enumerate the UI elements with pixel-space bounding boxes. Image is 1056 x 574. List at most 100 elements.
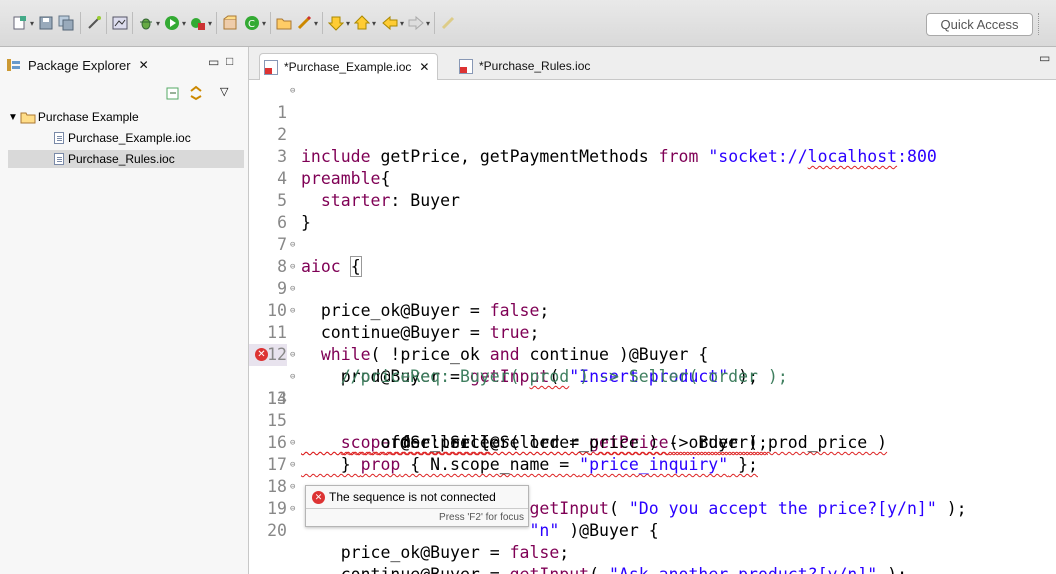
- line-code: price_ok@Buyer = false;: [301, 543, 570, 562]
- save-all-icon[interactable]: [58, 15, 74, 31]
- code-line: 5 }: [249, 168, 1056, 232]
- tab-purchase-rules[interactable]: *Purchase_Rules.ioc: [459, 53, 590, 79]
- new-project-icon[interactable]: [222, 15, 238, 31]
- main-toolbar: ▾ ▾ ▾ ▾ C ▾ ▾ ▾ ▾ ▾ ▾ Quick Access: [0, 0, 1056, 47]
- pencil-icon[interactable]: [296, 15, 312, 31]
- code-line: 3 preamble{: [249, 124, 1056, 188]
- tab-purchase-example[interactable]: *Purchase_Example.ioc ✕: [259, 53, 439, 80]
- tree-item-file-label: Purchase_Example.ioc: [68, 131, 191, 145]
- code-line: 1 ⊖ include getPrice, getPaymentMethods …: [249, 80, 1056, 166]
- prev-annotation-dropdown-icon[interactable]: ▾: [372, 19, 378, 28]
- toolbar-separator: [270, 12, 271, 34]
- prev-annotation-icon[interactable]: [354, 15, 370, 31]
- tooltip-message: The sequence is not connected: [329, 490, 496, 504]
- open-folder-icon[interactable]: [276, 15, 292, 31]
- external-tools-icon[interactable]: [190, 15, 206, 31]
- code-line: 18 ⊖ "n" )@Buyer {: [249, 454, 1056, 540]
- save-icon[interactable]: [38, 15, 54, 31]
- pencil-dropdown-icon[interactable]: ▾: [314, 19, 320, 28]
- run-dropdown-icon[interactable]: ▾: [182, 19, 188, 28]
- file-icon: [54, 132, 64, 144]
- code-line: 6: [249, 190, 1056, 232]
- tooltip-message-row: ✕ The sequence is not connected: [312, 490, 496, 504]
- highlight-icon[interactable]: [440, 15, 456, 31]
- forward-icon[interactable]: [408, 15, 424, 31]
- fold-icon[interactable]: ⊖: [290, 300, 300, 322]
- fold-icon[interactable]: ⊖: [290, 366, 300, 388]
- fold-icon[interactable]: ⊖: [290, 344, 300, 366]
- new-class-dropdown-icon[interactable]: ▾: [262, 19, 268, 28]
- toolbar-separator: [434, 12, 435, 34]
- fold-icon[interactable]: ⊖: [290, 80, 300, 102]
- back-icon[interactable]: [382, 15, 398, 31]
- code-line: 12 //priceReq: Buyer( prod ) -> Seller( …: [249, 322, 1056, 386]
- code-line: 14 ⊖ order_price@Seller = getPrice( orde…: [249, 366, 1056, 452]
- new-dropdown-icon[interactable]: ▾: [30, 19, 36, 28]
- close-icon[interactable]: ✕: [139, 58, 149, 72]
- tree-item-project-label: Purchase Example: [37, 110, 139, 124]
- code-line: 2: [249, 102, 1056, 144]
- error-icon[interactable]: ✕: [255, 348, 268, 361]
- tab-label: *Purchase_Example.ioc: [284, 60, 412, 74]
- package-explorer-tab-label: Package Explorer: [28, 57, 131, 73]
- tree-item-file-selected[interactable]: Purchase_Rules.ioc: [8, 150, 244, 168]
- bug-icon[interactable]: [138, 15, 154, 31]
- fold-icon[interactable]: ⊖: [290, 432, 300, 454]
- quick-access-input[interactable]: Quick Access: [926, 13, 1033, 36]
- ioc-file-icon: [459, 58, 473, 74]
- line-number: 20: [267, 521, 287, 540]
- package-explorer-tab[interactable]: Package Explorer ✕: [6, 51, 176, 79]
- toolbar-separator: [322, 12, 323, 34]
- code-line: 15 offer: Seller( order_price ) -> Buyer…: [249, 388, 1056, 452]
- external-tools-dropdown-icon[interactable]: ▾: [208, 19, 214, 28]
- code-line: 16 } prop { N.scope_name = "price_inquir…: [249, 410, 1056, 474]
- expand-arrow-icon[interactable]: ▼: [8, 112, 18, 123]
- code-line: 8 ⊖ price_ok@Buyer = false;: [249, 234, 1056, 320]
- package-explorer-panel: Package Explorer ✕ ▭ □ ▽ ▼ Purchase Exam…: [0, 47, 249, 574]
- error-tooltip[interactable]: ✕ The sequence is not connected Press 'F…: [305, 485, 529, 527]
- back-dropdown-icon[interactable]: ▾: [400, 19, 406, 28]
- next-annotation-icon[interactable]: [328, 15, 344, 31]
- view-menu-icon[interactable]: ▽: [220, 85, 228, 98]
- toolbar-separator: [106, 12, 107, 34]
- fold-icon[interactable]: ⊖: [290, 454, 300, 476]
- collapse-all-icon[interactable]: [166, 87, 180, 101]
- fold-icon[interactable]: ⊖: [290, 476, 300, 498]
- package-explorer-icon: [6, 58, 22, 72]
- close-icon[interactable]: ✕: [419, 60, 429, 74]
- toolbar-separator: [132, 12, 133, 34]
- file-icon: [54, 153, 64, 165]
- line-code: continue@Buyer = getInput( "Ask another …: [301, 564, 907, 574]
- fold-icon[interactable]: ⊖: [290, 278, 300, 300]
- toolbar-separator: [80, 12, 81, 34]
- new-icon[interactable]: [12, 15, 28, 31]
- new-class-icon[interactable]: C: [244, 15, 260, 31]
- svg-text:C: C: [248, 19, 255, 30]
- code-line: 11 ⊖ prod@Buyer = getInput( "Insert prod…: [249, 300, 1056, 386]
- link-with-editor-icon[interactable]: [188, 85, 204, 101]
- code-line: 7 aioc {: [249, 212, 1056, 277]
- tree-item-file[interactable]: Purchase_Example.ioc: [54, 129, 191, 147]
- perspective-icon[interactable]: [112, 15, 128, 31]
- toolbar-separator: [216, 12, 217, 34]
- wand-icon[interactable]: [86, 15, 102, 31]
- ioc-file-icon: [264, 59, 278, 75]
- debug-dropdown-icon[interactable]: ▾: [156, 19, 162, 28]
- code-line: ✕ 13 ⊖ scope @Seller {: [249, 344, 1056, 452]
- code-line: 17 ⊖ getInput( "Do you accept the price?…: [249, 432, 1056, 518]
- tooltip-footer: Press 'F2' for focus: [306, 508, 528, 526]
- code-line: 4 starter: Buyer: [249, 146, 1056, 210]
- code-line: 10 ⊖ while( !price_ok and continue )@Buy…: [249, 278, 1056, 364]
- minimize-icon[interactable]: ▭: [1039, 51, 1050, 65]
- fold-icon[interactable]: ⊖: [290, 256, 300, 278]
- toolbar-grip: [1038, 13, 1041, 35]
- fold-icon[interactable]: ⊖: [290, 498, 300, 520]
- fold-icon[interactable]: ⊖: [290, 234, 300, 256]
- error-icon: ✕: [312, 490, 325, 504]
- minimize-icon[interactable]: ▭: [208, 55, 219, 69]
- run-icon[interactable]: [164, 15, 180, 31]
- maximize-icon[interactable]: □: [226, 54, 233, 68]
- tree-item-project[interactable]: ▼ Purchase Example: [8, 108, 139, 126]
- next-annotation-dropdown-icon[interactable]: ▾: [346, 19, 352, 28]
- forward-dropdown-icon[interactable]: ▾: [426, 19, 432, 28]
